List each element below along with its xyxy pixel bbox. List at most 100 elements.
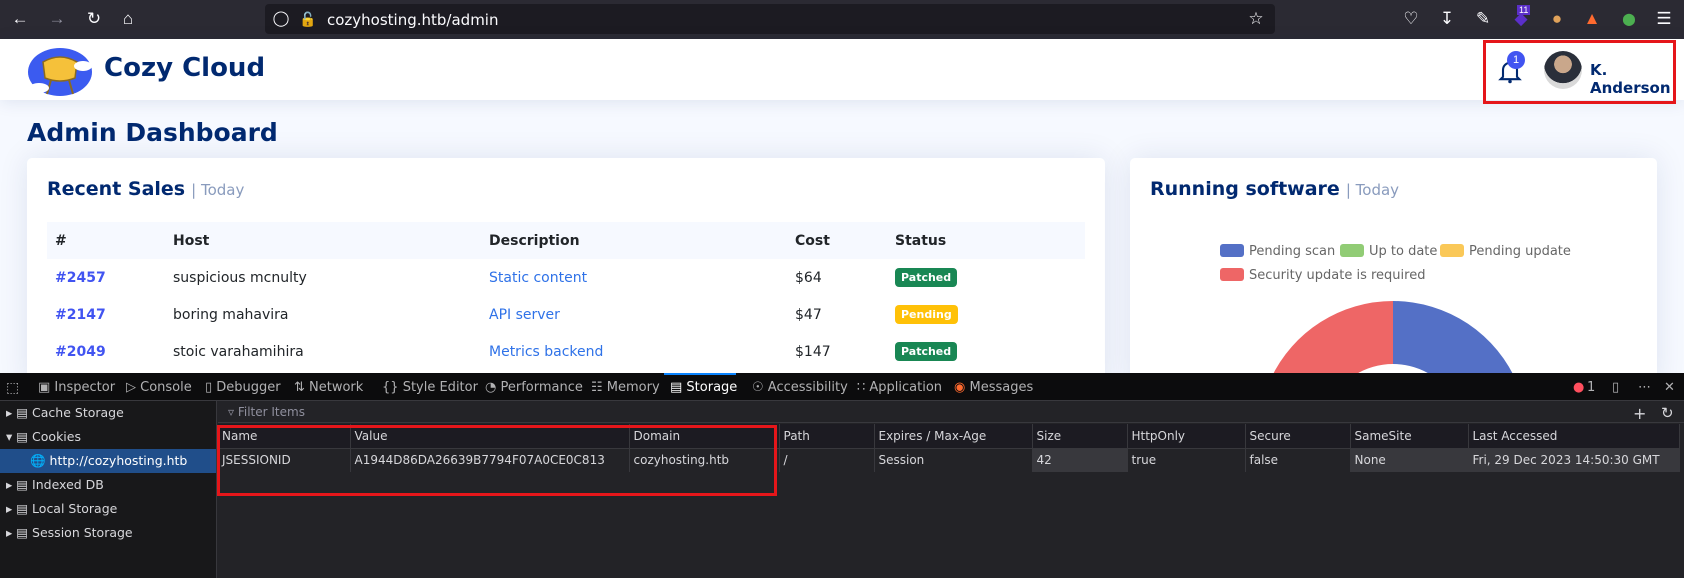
devtools-tab-application[interactable]: ∷ Application [857,380,942,395]
tab-icon: ◔ [485,380,501,395]
status-badge: Patched [895,268,958,287]
cookie-expires-cell[interactable]: Session [874,448,1033,472]
more-options-icon[interactable]: ⋯ [1638,380,1651,395]
error-count[interactable]: 1 [1587,380,1595,395]
tab-label: Storage [686,380,738,395]
devtools-tab-performance[interactable]: ◔ Performance [485,380,583,395]
collapsed-arrow-icon[interactable]: ▸ [6,501,16,516]
tree-item-label: Session Storage [32,525,133,540]
cookie-column-header[interactable]: SameSite [1350,424,1469,449]
sale-id-link[interactable]: #2147 [55,307,106,323]
cookie-column-header[interactable]: HttpOnly [1127,424,1246,449]
tab-icon: {} [382,380,403,395]
highlight-box [217,425,777,496]
storage-sidebar: ▸ ▤ Cache Storage ▾ ▤ Cookies 🌐 http://coz… [0,401,217,578]
forward-icon[interactable]: → [46,8,68,30]
collapsed-arrow-icon[interactable]: ▸ [6,525,16,540]
cookie-column-header[interactable]: Secure [1245,424,1351,449]
expanded-arrow-icon[interactable]: ▾ [6,429,16,444]
devtools-tab-inspector[interactable]: ▣ Inspector [38,380,115,395]
running-software-card: Running software | Today Pending scan Up … [1130,158,1657,388]
collapsed-arrow-icon[interactable]: ▸ [6,477,16,492]
devtools-tab-accessibility[interactable]: ☉ Accessibility [752,380,848,395]
globe-icon: 🌐 [30,453,50,468]
close-devtools-icon[interactable]: ✕ [1664,380,1675,395]
cookie-path-cell[interactable]: / [779,448,875,472]
error-icon[interactable]: ● [1573,380,1584,395]
home-icon[interactable]: ⌂ [117,8,139,30]
storage-tree-item[interactable]: ▸ ▤ Session Storage [0,521,216,545]
javascript-toggle-icon[interactable]: ⬤ [1618,8,1640,30]
sale-id-link[interactable]: #2049 [55,344,106,360]
tab-icon: ⇅ [294,380,310,395]
browser-toolbar: ← → ↻ ⌂ ◯ 🔓 cozyhosting.htb/admin ☆ ♡ ↧ … [0,0,1684,39]
storage-tree-item[interactable]: 🌐 http://cozyhosting.htb [0,449,216,473]
reload-icon[interactable]: ↻ [83,8,105,30]
cookie-httponly-cell[interactable]: true [1127,448,1246,472]
extension-cookie-icon[interactable]: ● [1546,8,1568,30]
description-link[interactable]: Static content [489,270,587,286]
tab-icon: ☷ [591,380,607,395]
column-header[interactable]: # [47,222,165,259]
devtools-tab-memory[interactable]: ☷ Memory [591,380,660,395]
tree-item-label: Cookies [32,429,81,444]
tab-label: Performance [500,380,583,395]
column-header[interactable]: Description [481,222,787,259]
description-link[interactable]: Metrics backend [489,344,603,360]
url-text[interactable]: cozyhosting.htb/admin [327,11,498,29]
add-item-icon[interactable]: + [1633,404,1646,423]
collapsed-arrow-icon[interactable]: ▸ [6,405,16,420]
filter-items-input[interactable]: ▿ Filter Items [218,401,1684,423]
cookie-samesite-cell[interactable]: None [1350,448,1469,472]
cookie-last-accessed-cell[interactable]: Fri, 29 Dec 2023 14:50:30 GMT [1468,448,1680,472]
cookie-secure-cell[interactable]: false [1245,448,1351,472]
refresh-icon[interactable]: ↻ [1661,404,1674,422]
foxyproxy-icon[interactable]: ▲ [1581,8,1603,30]
cookie-column-header[interactable]: Path [779,424,875,449]
sale-id-link[interactable]: #2457 [55,270,106,286]
storage-tree-item[interactable]: ▾ ▤ Cookies [0,425,216,449]
brand-name[interactable]: Cozy Cloud [104,53,265,83]
shield-icon[interactable]: ◯ [270,8,292,30]
cookie-column-header[interactable]: Expires / Max-Age [874,424,1033,449]
back-icon[interactable]: ← [9,8,31,30]
devtools-tab-bar: ⬚ ▣ Inspector ▷ Console ▯ Debugger ⇅ Networ… [0,373,1684,401]
cookie-column-header[interactable]: Size [1032,424,1128,449]
devtools-tab-style-editor[interactable]: {} Style Editor [382,380,478,395]
storage-tree-item[interactable]: ▸ ▤ Cache Storage [0,401,216,425]
tree-item-label: Cache Storage [32,405,124,420]
extensions-icon[interactable]: ✎ [1472,8,1494,30]
devtools-tab-storage[interactable]: ▤ Storage [670,380,737,395]
downloads-icon[interactable]: ↧ [1436,8,1458,30]
column-header[interactable]: Host [165,222,481,259]
devtools-tab-network[interactable]: ⇅ Network [294,380,363,395]
insecure-lock-icon[interactable]: 🔓 [297,8,319,30]
tab-label: Debugger [216,380,281,395]
storage-icon: ▤ [16,405,33,420]
column-header[interactable]: Cost [787,222,887,259]
url-bar[interactable]: ◯ 🔓 cozyhosting.htb/admin ☆ [265,4,1275,34]
devtools-tab-console[interactable]: ▷ Console [126,380,192,395]
storage-tree-item[interactable]: ▸ ▤ Indexed DB [0,473,216,497]
storage-tree-item[interactable]: ▸ ▤ Local Storage [0,497,216,521]
bookmark-star-icon[interactable]: ☆ [1245,8,1267,30]
cozy-cloud-logo[interactable] [25,42,95,98]
username[interactable]: K. Anderson [1590,61,1684,97]
host-cell: suspicious mcnulty [173,269,307,286]
recent-sales-card: Recent Sales | Today # Host Description … [27,158,1105,388]
cookie-size-cell[interactable]: 42 [1032,448,1128,472]
column-header[interactable]: Status [887,222,1085,259]
devtools-tab-debugger[interactable]: ▯ Debugger [205,380,281,395]
responsive-design-icon[interactable]: ▯ [1612,380,1619,395]
devtools-tab-messages[interactable]: ◉ Messages [954,380,1033,395]
avatar[interactable] [1544,51,1582,89]
status-badge: Patched [895,342,958,361]
tab-icon: ☉ [752,380,768,395]
card-subtitle: | Today [191,181,245,199]
cookie-column-header[interactable]: Last Accessed [1468,424,1680,449]
description-link[interactable]: API server [489,307,560,323]
pocket-icon[interactable]: ♡ [1400,8,1422,30]
menu-icon[interactable]: ☰ [1653,8,1675,30]
element-picker-icon[interactable]: ⬚ [6,380,19,396]
filter-icon: ▿ [228,405,235,419]
